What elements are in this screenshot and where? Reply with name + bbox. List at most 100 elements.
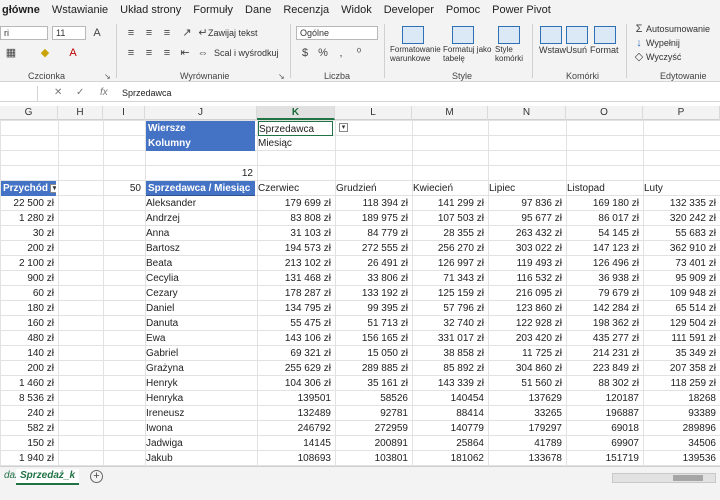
cell-value[interactable]: 111 591 zł xyxy=(644,331,718,346)
insert-cells-icon[interactable] xyxy=(540,26,562,44)
cell-value[interactable]: 55 475 zł xyxy=(258,316,333,331)
cell-value[interactable]: 132 335 zł xyxy=(644,196,718,211)
cell-value[interactable]: 142 284 zł xyxy=(567,301,641,316)
cell-value[interactable]: 11 725 zł xyxy=(489,346,564,361)
pivot-row-label[interactable]: Grażyna xyxy=(146,361,255,376)
pivot-row-label[interactable]: Ireneusz xyxy=(146,406,255,421)
cell-value[interactable]: 2 100 zł xyxy=(1,256,56,271)
cell-value[interactable]: 125 159 zł xyxy=(413,286,486,301)
cell-value[interactable]: 140 zł xyxy=(1,346,56,361)
cell-value[interactable]: 30 zł xyxy=(1,226,56,241)
align-left-icon[interactable]: ≡ xyxy=(124,47,138,59)
comma-icon[interactable]: ‚ xyxy=(334,47,348,59)
cell-value[interactable]: 179 699 zł xyxy=(258,196,333,211)
cell-value[interactable]: 22 500 zł xyxy=(1,196,56,211)
cell-value[interactable]: 289896 xyxy=(644,421,718,436)
pivot-row-label[interactable]: Henryka xyxy=(146,391,255,406)
cell-value[interactable]: 216 095 zł xyxy=(489,286,564,301)
cell-value[interactable]: 38 858 zł xyxy=(413,346,486,361)
cell-value[interactable]: 33265 xyxy=(489,406,564,421)
column-header[interactable]: P xyxy=(643,106,720,120)
align-bottom-icon[interactable]: ≡ xyxy=(160,27,174,39)
indent-icon[interactable]: ⇤ xyxy=(178,47,192,59)
pivot-row-label[interactable]: Gabriel xyxy=(146,346,255,361)
cell-styles-button[interactable]: Style komórki xyxy=(495,45,523,63)
cell-value[interactable]: 151719 xyxy=(567,451,641,466)
cell-value[interactable]: 88 302 zł xyxy=(567,376,641,391)
clear-icon[interactable]: ◇ xyxy=(632,51,646,63)
cell-value[interactable]: 35 349 zł xyxy=(644,346,718,361)
align-top-icon[interactable]: ≡ xyxy=(124,27,138,39)
cell-value[interactable]: 179297 xyxy=(489,421,564,436)
column-header[interactable]: J xyxy=(145,106,257,120)
cell-value[interactable]: 272 555 zł xyxy=(336,241,410,256)
format-cells-icon[interactable] xyxy=(594,26,616,44)
cell-value[interactable]: 50 xyxy=(104,181,143,196)
cell-value[interactable]: 99 395 zł xyxy=(336,301,410,316)
cell-value[interactable]: 14145 xyxy=(258,436,333,451)
cell-value[interactable]: 480 zł xyxy=(1,331,56,346)
column-header[interactable]: M xyxy=(412,106,488,120)
cell-value[interactable]: 263 432 zł xyxy=(489,226,564,241)
column-header[interactable]: L xyxy=(335,106,412,120)
cell-value[interactable]: 93389 xyxy=(644,406,718,421)
cell-value[interactable]: 36 938 zł xyxy=(567,271,641,286)
align-middle-icon[interactable]: ≡ xyxy=(142,27,156,39)
column-header[interactable]: G xyxy=(0,106,58,120)
column-header[interactable]: K xyxy=(257,106,335,120)
cell-value[interactable]: 189 975 zł xyxy=(336,211,410,226)
scrollbar-thumb[interactable] xyxy=(673,475,703,481)
cell-value[interactable]: 223 849 zł xyxy=(567,361,641,376)
cell-value[interactable]: 200 zł xyxy=(1,241,56,256)
cell-value[interactable]: 123 860 zł xyxy=(489,301,564,316)
cell-value[interactable]: 25864 xyxy=(413,436,486,451)
fill-color-icon[interactable]: ◆ xyxy=(38,47,52,59)
cell-value[interactable]: 200 zł xyxy=(1,361,56,376)
cell-value[interactable]: 131 468 zł xyxy=(258,271,333,286)
cell-value[interactable]: 15 050 zł xyxy=(336,346,410,361)
cell-value[interactable]: 198 362 zł xyxy=(567,316,641,331)
pivot-column-header[interactable]: Lipiec xyxy=(489,181,564,196)
cell-value[interactable]: 26 491 zł xyxy=(336,256,410,271)
column-header[interactable]: I xyxy=(103,106,145,120)
format-cells-button[interactable]: Format xyxy=(590,45,619,55)
cancel-icon[interactable]: ✕ xyxy=(54,87,62,98)
cell-value[interactable]: 141 299 zł xyxy=(413,196,486,211)
name-box[interactable] xyxy=(0,86,38,101)
cell-value[interactable]: 196887 xyxy=(567,406,641,421)
cell-value[interactable]: 169 180 zł xyxy=(567,196,641,211)
cell-value[interactable]: 54 145 zł xyxy=(567,226,641,241)
pivot-filter-value[interactable]: Sprzedawca xyxy=(258,121,333,136)
ribbon-tab[interactable]: Recenzja xyxy=(277,4,335,16)
cell-value[interactable]: 150 zł xyxy=(1,436,56,451)
cell-value[interactable]: 107 503 zł xyxy=(413,211,486,226)
font-color-icon[interactable]: A xyxy=(66,47,80,59)
font-launcher-icon[interactable]: ↘ xyxy=(104,72,111,81)
orientation-icon[interactable]: ↗ xyxy=(180,27,194,39)
cell-value[interactable]: 156 165 zł xyxy=(336,331,410,346)
wrap-text-button[interactable]: Zawijaj tekst xyxy=(208,28,258,38)
merge-icon[interactable]: ⇔ xyxy=(196,47,210,59)
pivot-row-label[interactable]: Danuta xyxy=(146,316,255,331)
ribbon-tab[interactable]: Formuły xyxy=(187,4,239,16)
cell-value[interactable]: 122 928 zł xyxy=(489,316,564,331)
format-as-table-icon[interactable] xyxy=(452,26,474,44)
cell-value[interactable]: 79 679 zł xyxy=(567,286,641,301)
cell-value[interactable]: 900 zł xyxy=(1,271,56,286)
pivot-row-label[interactable]: Bartosz xyxy=(146,241,255,256)
ribbon-tab[interactable]: główne xyxy=(0,4,46,16)
cell-value[interactable]: 133 192 zł xyxy=(336,286,410,301)
cell-value[interactable]: 95 909 zł xyxy=(644,271,718,286)
ribbon-tab[interactable]: Pomoc xyxy=(440,4,486,16)
add-sheet-icon[interactable]: + xyxy=(90,470,103,483)
cell-value[interactable]: 1 280 zł xyxy=(1,211,56,226)
pivot-row-label[interactable]: Ewa xyxy=(146,331,255,346)
cell-value[interactable]: 84 779 zł xyxy=(336,226,410,241)
align-center-icon[interactable]: ≡ xyxy=(142,47,156,59)
cell-value[interactable]: 34506 xyxy=(644,436,718,451)
align-right-icon[interactable]: ≡ xyxy=(160,47,174,59)
percent-icon[interactable]: % xyxy=(316,47,330,59)
pivot-column-header[interactable]: Listopad xyxy=(567,181,641,196)
cell-value[interactable]: 8 536 zł xyxy=(1,391,56,406)
pivot-row-label[interactable]: Anna xyxy=(146,226,255,241)
